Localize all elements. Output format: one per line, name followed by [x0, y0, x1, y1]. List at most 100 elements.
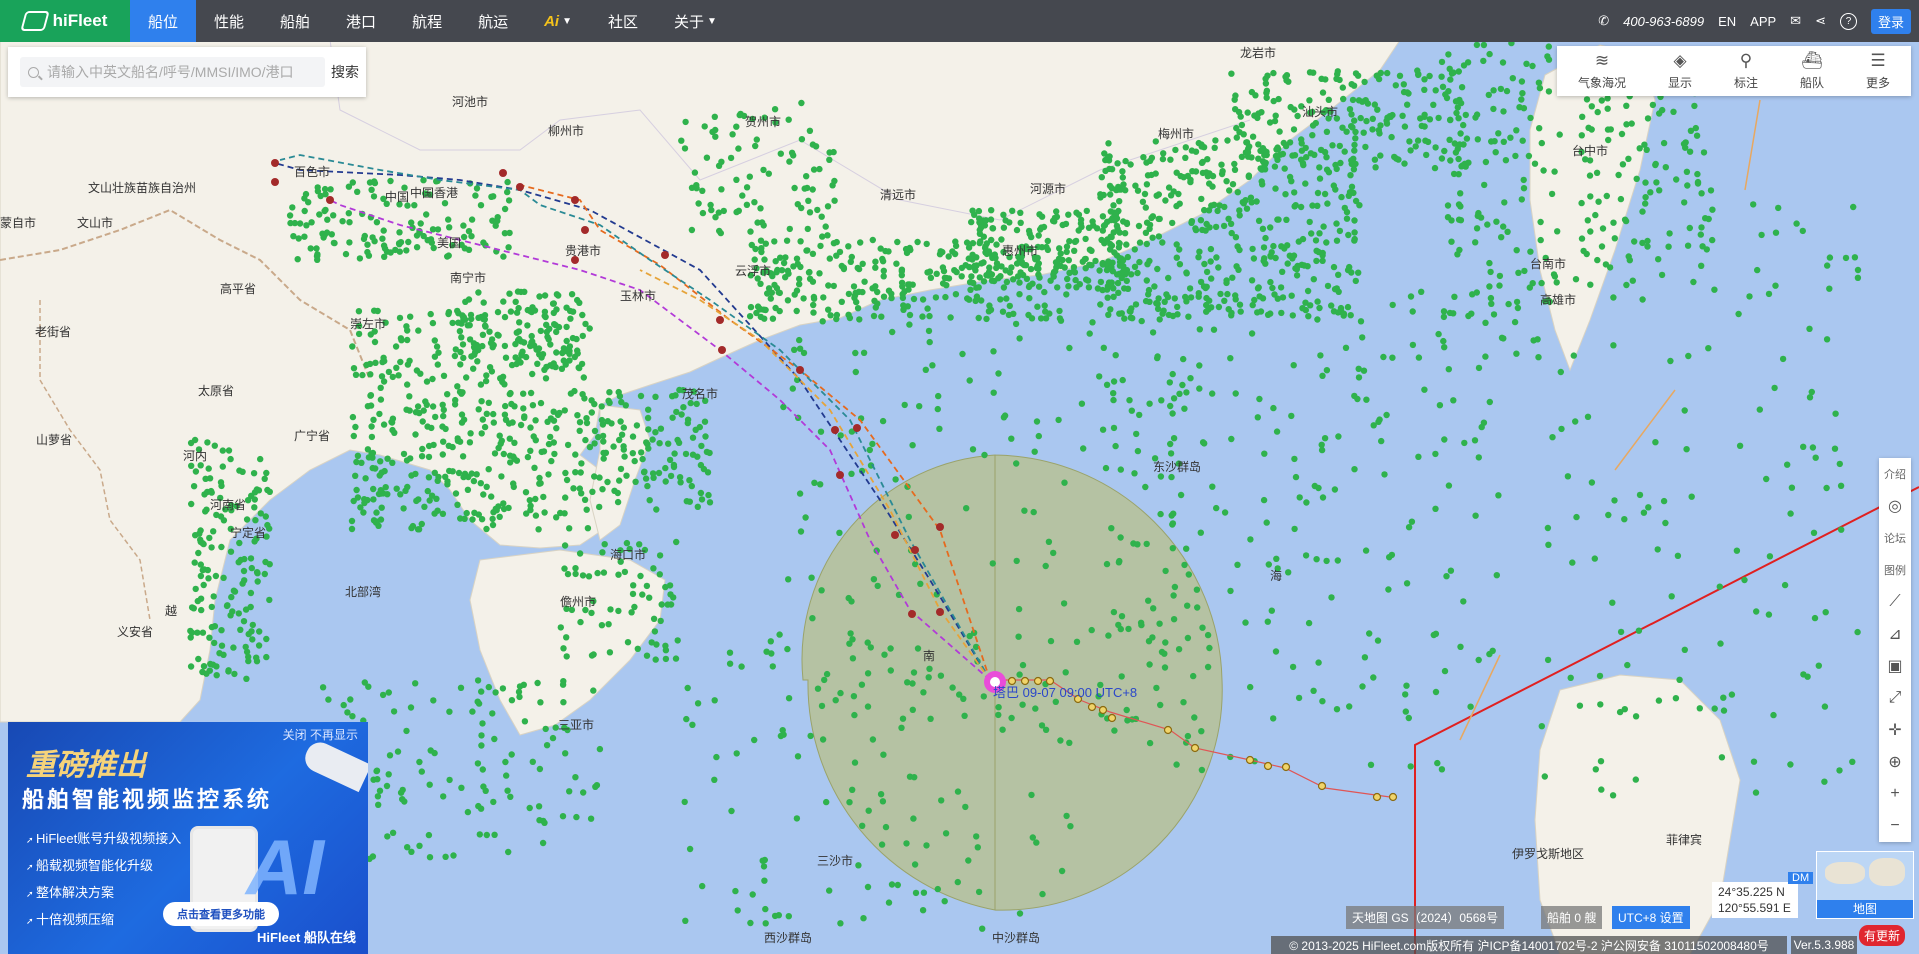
ship-dot[interactable] [532, 512, 540, 519]
ship-dot[interactable] [572, 469, 579, 476]
ship-dot[interactable] [1595, 198, 1602, 205]
ship-dot[interactable] [527, 447, 534, 454]
ship-dot[interactable] [1195, 293, 1202, 300]
ship-dot[interactable] [628, 609, 635, 616]
ship-dot[interactable] [1199, 439, 1207, 446]
ship-dot[interactable] [474, 698, 481, 705]
ship-dot[interactable] [483, 372, 490, 379]
ship-dot[interactable] [1602, 261, 1610, 268]
ship-dot[interactable] [492, 689, 499, 696]
ship-dot[interactable] [1188, 218, 1196, 225]
ship-dot[interactable] [1035, 271, 1042, 278]
ship-dot[interactable] [1045, 538, 1053, 545]
wechat-icon[interactable]: ✉ [1790, 13, 1801, 29]
ship-dot[interactable] [1447, 567, 1455, 574]
ship-dot[interactable] [1788, 484, 1796, 491]
ship-dot[interactable] [1564, 473, 1572, 480]
ship-dot[interactable] [1248, 199, 1255, 206]
ship-dot[interactable] [446, 776, 453, 784]
ship-dot[interactable] [529, 758, 536, 765]
ship-dot[interactable] [643, 652, 651, 659]
ship-dot[interactable] [797, 263, 804, 271]
ship-dot[interactable] [637, 572, 644, 580]
ship-dot[interactable] [904, 679, 911, 686]
ship-dot[interactable] [515, 304, 522, 312]
ship-dot[interactable] [1400, 81, 1408, 88]
ship-dot[interactable] [477, 480, 484, 487]
ship-dot[interactable] [426, 854, 434, 861]
ship-dot[interactable] [1113, 222, 1121, 230]
ship-dot[interactable] [261, 570, 268, 578]
ship-dot[interactable] [1793, 220, 1800, 227]
ship-dot[interactable] [201, 566, 208, 573]
ship-dot[interactable] [574, 347, 581, 354]
ship-dot[interactable] [784, 267, 792, 274]
ship-dot[interactable] [1016, 335, 1023, 342]
ship-dot[interactable] [578, 460, 585, 467]
ship-dot[interactable] [1159, 239, 1166, 246]
ship-dot[interactable] [771, 281, 778, 289]
ship-dot[interactable] [631, 457, 638, 465]
ship-dot[interactable] [1272, 648, 1280, 655]
ship-dot[interactable] [694, 503, 701, 510]
ship-dot[interactable] [1248, 277, 1256, 284]
ship-dot[interactable] [425, 474, 433, 481]
ship-dot[interactable] [1523, 60, 1530, 67]
ship-dot[interactable] [1331, 486, 1339, 493]
ship-dot[interactable] [1187, 176, 1194, 183]
ship-dot[interactable] [1432, 688, 1440, 696]
ship-dot[interactable] [850, 283, 858, 290]
ship-dot[interactable] [415, 496, 422, 503]
ship-dot[interactable] [192, 585, 199, 593]
ship-dot[interactable] [1653, 179, 1660, 186]
ship-dot[interactable] [1089, 218, 1096, 225]
ship-dot[interactable] [1236, 212, 1243, 219]
ship-dot[interactable] [1672, 695, 1680, 702]
ship-dot[interactable] [988, 207, 995, 214]
ship-dot[interactable] [572, 565, 579, 572]
ship-dot[interactable] [1431, 164, 1439, 172]
ship-dot[interactable] [442, 425, 449, 433]
ship-dot[interactable] [301, 195, 308, 202]
ship-dot[interactable] [370, 517, 378, 524]
ship-dot[interactable] [1385, 586, 1392, 593]
ship-dot[interactable] [639, 455, 646, 463]
ship-dot[interactable] [1167, 450, 1175, 457]
ship-dot[interactable] [1066, 344, 1073, 352]
ship-dot[interactable] [1305, 619, 1313, 627]
ship-dot[interactable] [1826, 254, 1834, 261]
ship-dot[interactable] [1181, 405, 1188, 412]
ship-dot[interactable] [1117, 466, 1125, 473]
ship-dot[interactable] [942, 293, 949, 301]
ship-dot[interactable] [352, 423, 359, 431]
ship-dot[interactable] [561, 407, 568, 414]
ship-dot[interactable] [1597, 758, 1605, 765]
ship-dot[interactable] [1426, 72, 1433, 80]
ship-dot[interactable] [927, 715, 934, 722]
ship-dot[interactable] [417, 220, 424, 227]
ship-dot[interactable] [927, 274, 935, 281]
ship-dot[interactable] [1537, 236, 1544, 244]
ship-dot[interactable] [615, 388, 622, 396]
ship-dot[interactable] [1136, 239, 1144, 246]
ship-dot[interactable] [1311, 482, 1319, 490]
ship-dot[interactable] [220, 574, 227, 581]
ship-dot[interactable] [1228, 309, 1235, 317]
ship-dot[interactable] [1114, 160, 1121, 167]
ship-dot[interactable] [418, 453, 426, 460]
ship-dot[interactable] [500, 253, 507, 260]
ship-dot[interactable] [652, 656, 659, 663]
ship-dot[interactable] [888, 294, 895, 302]
ship-dot[interactable] [1452, 98, 1460, 105]
ship-dot[interactable] [1216, 202, 1223, 209]
ship-dot[interactable] [1191, 714, 1198, 721]
ship-dot[interactable] [689, 434, 697, 441]
ship-dot[interactable] [1361, 78, 1368, 86]
ship-dot[interactable] [872, 258, 879, 265]
ship-dot[interactable] [733, 176, 740, 183]
ship-dot[interactable] [257, 455, 264, 463]
ship-dot[interactable] [1276, 128, 1283, 135]
ship-dot[interactable] [736, 111, 743, 119]
ship-dot[interactable] [1645, 504, 1652, 511]
ship-dot[interactable] [1315, 659, 1322, 666]
